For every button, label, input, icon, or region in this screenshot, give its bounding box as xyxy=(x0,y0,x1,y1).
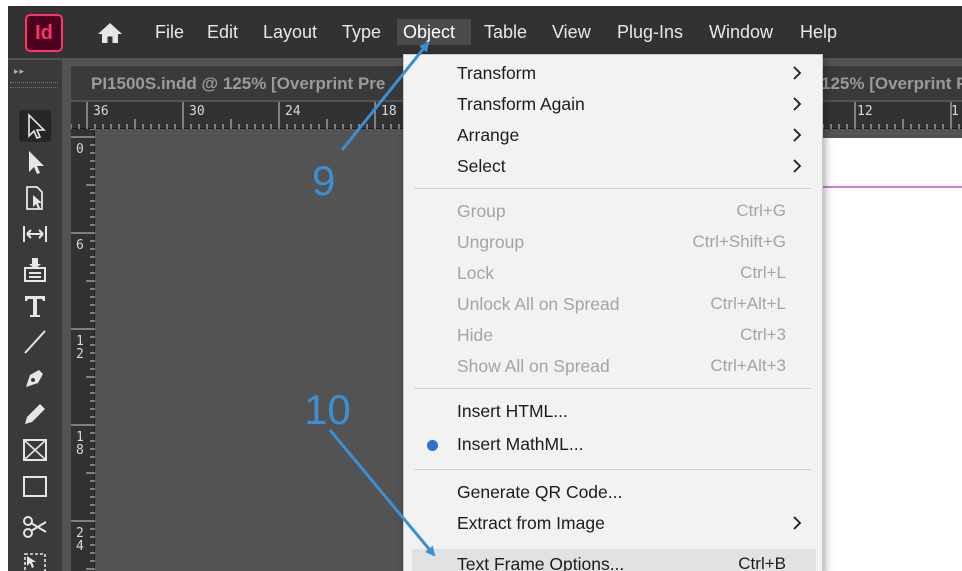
menu-item-label: Generate QR Code... xyxy=(457,482,623,502)
menu-item-transform[interactable]: Transform xyxy=(404,58,824,89)
indesign-window: Id File Edit Layout Type Object Table Vi… xyxy=(8,6,962,571)
menu-item-extract-from-image[interactable]: Extract from Image xyxy=(404,508,824,539)
vertical-ruler[interactable]: 0 6 12 18 24 xyxy=(71,129,95,571)
menu-item-label: Lock xyxy=(457,263,494,283)
menu-item-shortcut: Ctrl+3 xyxy=(740,325,786,344)
margin-guide xyxy=(816,186,962,188)
menu-item-label: Insert MathML... xyxy=(457,434,584,454)
document-page[interactable] xyxy=(816,138,962,571)
new-feature-dot-icon xyxy=(427,440,438,451)
content-collector-tool-icon[interactable] xyxy=(19,254,51,286)
line-tool-icon[interactable] xyxy=(19,326,51,358)
h-ruler-label: 30 xyxy=(189,104,205,119)
menu-item-label: Text Frame Options... xyxy=(457,554,625,571)
scissors-tool-icon[interactable] xyxy=(19,510,51,542)
document-tab[interactable]: PI1500S.indd @ 125% [Overprint Pre xyxy=(91,74,385,94)
menu-item-hide[interactable]: Hide Ctrl+3 xyxy=(404,320,824,351)
menu-object[interactable]: Object xyxy=(397,19,471,45)
menu-item-arrange[interactable]: Arrange xyxy=(404,120,824,151)
menu-item-label: Insert HTML... xyxy=(457,401,568,421)
menu-item-show-all-on-spread[interactable]: Show All on Spread Ctrl+Alt+3 xyxy=(404,351,824,382)
menu-item-shortcut: Ctrl+Alt+3 xyxy=(710,356,786,375)
collapse-panel-icon[interactable]: ▸▸ xyxy=(14,66,25,77)
menu-item-label: Hide xyxy=(457,325,493,345)
menu-item-label: Transform xyxy=(457,63,537,83)
v-ruler-label: 6 xyxy=(76,238,84,253)
menu-separator xyxy=(414,469,811,470)
menu-item-shortcut: Ctrl+G xyxy=(736,201,786,220)
document-tab-2[interactable]: 125% [Overprint P xyxy=(821,74,962,94)
selection-tool-icon[interactable] xyxy=(19,110,51,142)
menu-item-label: Ungroup xyxy=(457,232,525,252)
menu-separator xyxy=(414,188,811,189)
menu-item-transform-again[interactable]: Transform Again xyxy=(404,89,824,120)
menu-item-text-frame-options[interactable]: Text Frame Options... Ctrl+B xyxy=(412,549,816,571)
chevron-right-icon xyxy=(793,159,802,173)
menu-bar: Id File Edit Layout Type Object Table Vi… xyxy=(8,6,962,58)
panel-grip[interactable] xyxy=(10,82,58,88)
rectangle-tool-icon[interactable] xyxy=(19,470,51,502)
v-ruler-label: 0 xyxy=(76,142,84,157)
chevron-right-icon xyxy=(793,128,802,142)
menu-type[interactable]: Type xyxy=(336,19,387,45)
rectangle-frame-tool-icon[interactable] xyxy=(19,434,51,466)
direct-selection-tool-icon[interactable] xyxy=(19,146,51,178)
v-ruler-label: 12 xyxy=(76,334,84,362)
menu-item-unlock-all-on-spread[interactable]: Unlock All on Spread Ctrl+Alt+L xyxy=(404,289,824,320)
menu-window[interactable]: Window xyxy=(703,19,779,45)
home-icon[interactable] xyxy=(96,21,124,45)
gap-tool-icon[interactable] xyxy=(19,218,51,250)
h-ruler-label: 24 xyxy=(285,104,301,119)
menu-item-group[interactable]: Group Ctrl+G xyxy=(404,196,824,227)
free-transform-tool-icon[interactable] xyxy=(19,546,51,571)
menu-item-label: Show All on Spread xyxy=(457,356,610,376)
menu-item-label: Unlock All on Spread xyxy=(457,294,620,314)
menu-item-ungroup[interactable]: Ungroup Ctrl+Shift+G xyxy=(404,227,824,258)
pen-tool-icon[interactable] xyxy=(19,362,51,394)
object-menu-dropdown: Transform Transform Again Arrange Select… xyxy=(403,54,823,571)
menu-item-label: Extract from Image xyxy=(457,513,605,533)
menu-item-shortcut: Ctrl+L xyxy=(740,263,786,282)
step-9-label: 9 xyxy=(312,157,336,204)
menu-item-insert-html[interactable]: Insert HTML... xyxy=(404,396,824,427)
menu-item-lock[interactable]: Lock Ctrl+L xyxy=(404,258,824,289)
menu-table[interactable]: Table xyxy=(478,19,533,45)
menu-item-shortcut: Ctrl+Alt+L xyxy=(710,294,786,313)
h-ruler-label: 18 xyxy=(381,104,397,119)
menu-item-shortcut: Ctrl+B xyxy=(738,554,786,571)
menu-item-select[interactable]: Select xyxy=(404,151,824,182)
menu-help[interactable]: Help xyxy=(794,19,843,45)
pencil-tool-icon[interactable] xyxy=(19,398,51,430)
menu-item-label: Transform Again xyxy=(457,94,585,114)
menu-edit[interactable]: Edit xyxy=(201,19,244,45)
menu-item-generate-qr-code[interactable]: Generate QR Code... xyxy=(404,477,824,508)
type-tool-icon[interactable] xyxy=(19,290,51,322)
menu-view[interactable]: View xyxy=(546,19,597,45)
v-ruler-label: 24 xyxy=(76,526,84,554)
h-ruler-label: 12 xyxy=(857,104,873,119)
chevron-right-icon xyxy=(793,516,802,530)
menu-separator xyxy=(414,388,811,389)
chevron-right-icon xyxy=(793,66,802,80)
menu-item-shortcut: Ctrl+Shift+G xyxy=(692,232,786,251)
indesign-logo: Id xyxy=(25,14,63,52)
menu-item-label: Arrange xyxy=(457,125,520,145)
step-10-label: 10 xyxy=(304,386,351,433)
menu-layout[interactable]: Layout xyxy=(257,19,323,45)
menu-file[interactable]: File xyxy=(149,19,190,45)
h-ruler-label: 1 xyxy=(951,104,959,119)
menu-item-label: Group xyxy=(457,201,506,221)
h-ruler-label: 36 xyxy=(93,104,109,119)
menu-item-insert-mathml[interactable]: Insert MathML... xyxy=(404,429,824,460)
chevron-right-icon xyxy=(793,97,802,111)
tools-panel: ▸▸ xyxy=(8,60,62,571)
page-tool-icon[interactable] xyxy=(19,182,51,214)
menu-plug-ins[interactable]: Plug-Ins xyxy=(611,19,689,45)
v-ruler-label: 18 xyxy=(76,430,84,458)
menu-item-label: Select xyxy=(457,156,506,176)
